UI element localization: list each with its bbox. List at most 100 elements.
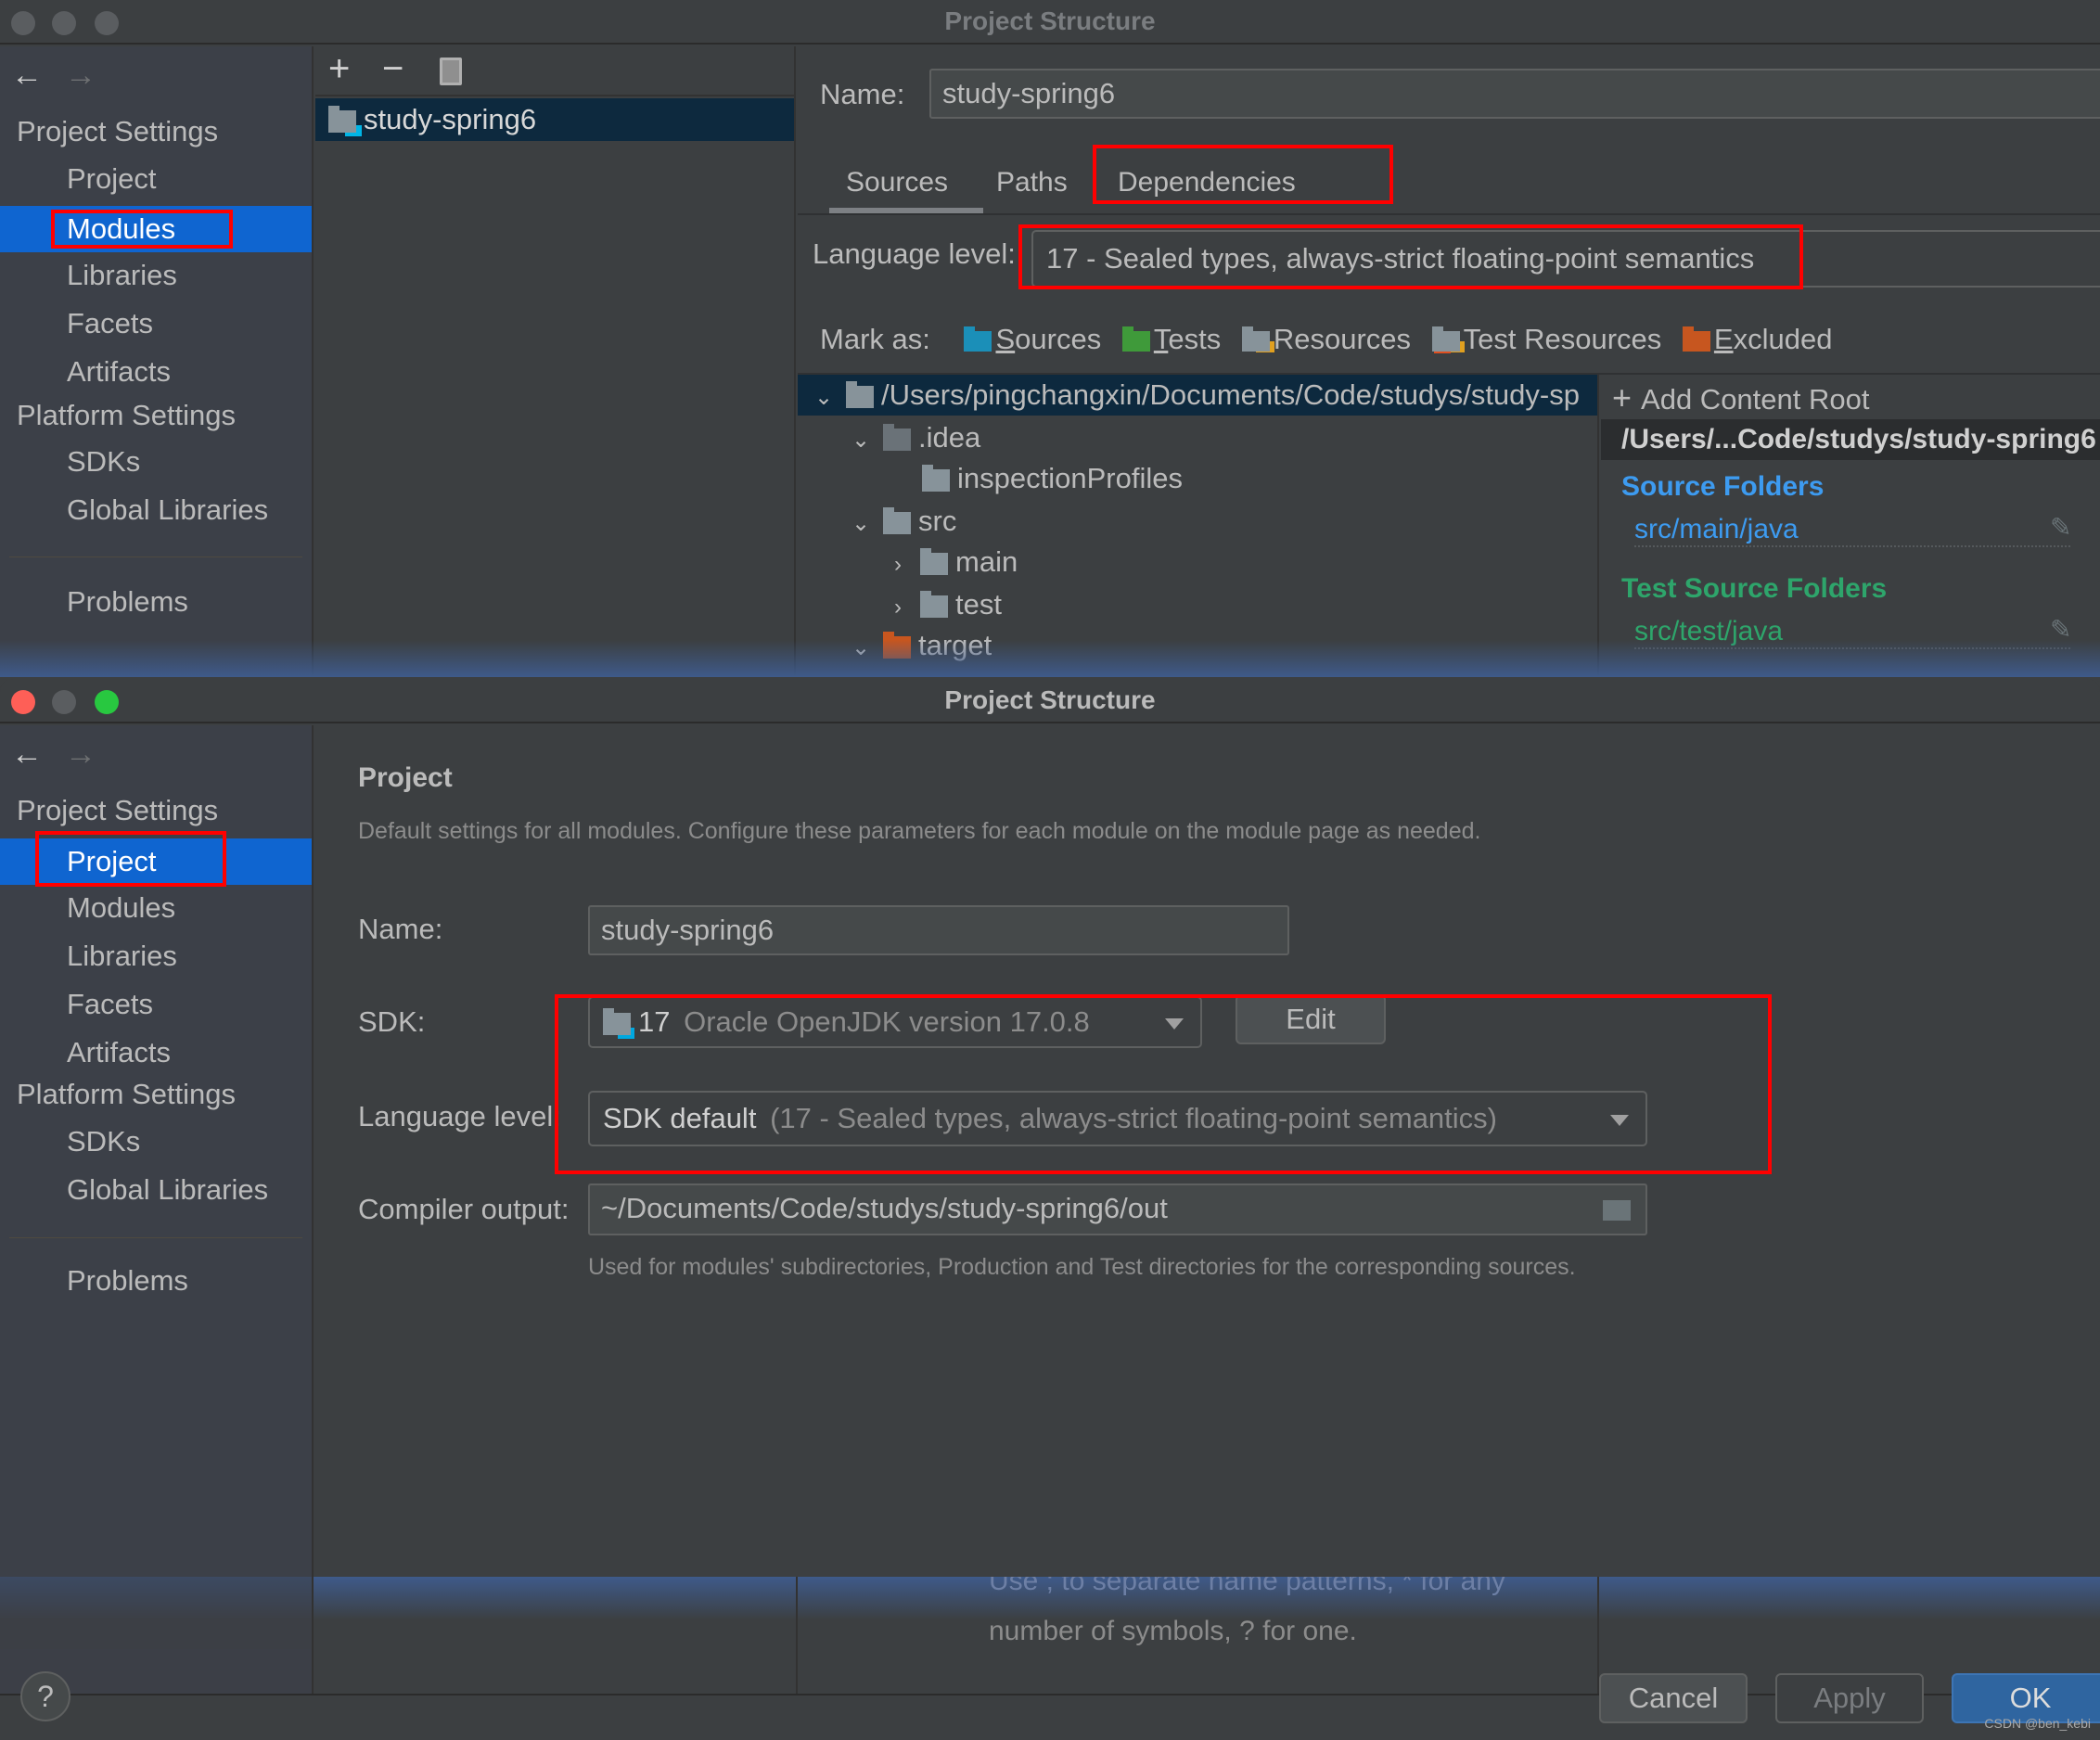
- sdk-version: 17: [638, 1005, 671, 1038]
- remove-module-button[interactable]: −: [382, 48, 403, 90]
- sidebar-item-sdks[interactable]: SDKs: [0, 439, 312, 485]
- chevron-down-icon[interactable]: ⌄: [850, 504, 872, 544]
- tree-row-src[interactable]: ⌄ src: [850, 501, 956, 542]
- project-name-field[interactable]: study-spring6: [588, 905, 1289, 955]
- browse-folder-icon[interactable]: [1603, 1200, 1631, 1221]
- add-content-root-button[interactable]: + Add Content Root: [1612, 378, 1869, 417]
- sidebar-heading-platform-settings: Platform Settings: [17, 1078, 237, 1110]
- top-window: Project Structure ← → Project Settings P…: [0, 0, 2100, 677]
- sidebar-heading-platform-settings: Platform Settings: [17, 399, 237, 431]
- tree-row-test[interactable]: › test: [887, 584, 1002, 625]
- source-folder-entry[interactable]: src/main/java: [1634, 514, 2070, 547]
- edit-sdk-button[interactable]: Edit: [1236, 994, 1386, 1044]
- tree-row-root[interactable]: ⌄/Users/pingchangxin/Documents/Code/stud…: [798, 375, 1597, 416]
- folder-icon: [883, 423, 911, 451]
- chevron-down-icon[interactable]: ⌄: [850, 420, 872, 461]
- back-arrow-icon[interactable]: ←: [11, 58, 43, 94]
- tree-row-idea[interactable]: ⌄ .idea: [850, 417, 980, 458]
- title-bar: Project Structure: [0, 679, 2100, 723]
- back-arrow-icon[interactable]: ←: [11, 736, 43, 773]
- mark-as-excluded[interactable]: Excluded: [1682, 323, 1832, 356]
- sidebar-item-facets[interactable]: Facets: [0, 981, 312, 1028]
- tab-sources-underline: [829, 208, 983, 213]
- folder-icon: [920, 547, 948, 575]
- page-description: Default settings for all modules. Config…: [358, 818, 1481, 844]
- tab-sources[interactable]: Sources: [846, 167, 948, 198]
- tab-dependencies[interactable]: Dependencies: [1118, 167, 1296, 198]
- sidebar-item-problems[interactable]: Problems: [0, 579, 312, 625]
- test-folders-heading: Test Source Folders: [1621, 573, 1888, 604]
- folder-icon: [922, 464, 950, 492]
- mark-as-tests[interactable]: Tests: [1121, 323, 1221, 356]
- language-level-combo[interactable]: SDK default (17 - Sealed types, always-s…: [588, 1091, 1647, 1146]
- help-button[interactable]: ?: [20, 1671, 70, 1721]
- tab-paths[interactable]: Paths: [996, 167, 1068, 198]
- folder-icon: [846, 380, 874, 408]
- mark-as-label: Mark as:: [820, 323, 930, 355]
- sidebar-heading-project-settings: Project Settings: [17, 794, 219, 826]
- sidebar-item-sdks[interactable]: SDKs: [0, 1119, 312, 1165]
- add-module-button[interactable]: +: [328, 48, 350, 90]
- mark-as-test-resources[interactable]: Test Resources: [1431, 323, 1661, 356]
- resources-folder-icon: [1241, 326, 1270, 352]
- language-level-label: Language level:: [358, 1100, 561, 1132]
- chevron-right-icon[interactable]: ›: [887, 587, 909, 628]
- compiler-output-hint: Used for modules' subdirectories, Produc…: [588, 1254, 1576, 1280]
- window-title: Project Structure: [944, 6, 1156, 35]
- behind-text-line-1: Use ; to separate name patterns, * for a…: [989, 1577, 1505, 1596]
- sidebar-item-problems[interactable]: Problems: [0, 1258, 312, 1304]
- chevron-right-icon[interactable]: ›: [887, 544, 909, 585]
- module-list-item[interactable]: study-spring6: [315, 98, 794, 141]
- window-shadow-gradient: [0, 640, 2100, 677]
- source-folders-heading: Source Folders: [1621, 471, 1825, 502]
- module-name-label: Name:: [820, 78, 905, 110]
- tree-row-inspection-profiles[interactable]: inspectionProfiles: [922, 458, 1183, 499]
- sidebar-item-global-libraries[interactable]: Global Libraries: [0, 487, 312, 533]
- sidebar-item-modules[interactable]: Modules: [0, 885, 312, 931]
- copy-icon[interactable]: [440, 58, 462, 85]
- page-title: Project: [358, 762, 453, 793]
- folder-icon: [920, 590, 948, 618]
- sidebar-item-artifacts[interactable]: Artifacts: [0, 1030, 312, 1076]
- sdk-combo[interactable]: 17 Oracle OpenJDK version 17.0.8: [588, 996, 1202, 1048]
- sources-folder-icon: [964, 326, 992, 352]
- tree-row-main[interactable]: › main: [887, 542, 1018, 582]
- content-root-path[interactable]: /Users/...Code/studys/study-spring6: [1601, 419, 2100, 460]
- mark-as-resources[interactable]: Resources: [1241, 323, 1411, 356]
- forward-arrow-icon[interactable]: →: [65, 736, 96, 773]
- test-resources-folder-icon: [1431, 326, 1460, 352]
- mark-as-sources[interactable]: Sources: [964, 323, 1101, 356]
- language-level-detail: (17 - Sealed types, always-strict floati…: [770, 1102, 1497, 1134]
- edit-pencil-icon[interactable]: ✎: [2050, 512, 2071, 543]
- module-name-field[interactable]: study-spring6: [929, 69, 2100, 119]
- sidebar-item-libraries[interactable]: Libraries: [0, 252, 312, 299]
- sidebar-item-facets[interactable]: Facets: [0, 301, 312, 347]
- language-level-combo[interactable]: 17 - Sealed types, always-strict floatin…: [1031, 230, 2100, 288]
- chevron-down-icon[interactable]: ⌄: [813, 377, 835, 418]
- module-tabs: Sources Paths Dependencies: [798, 158, 2100, 215]
- module-config-panel: Name: study-spring6 Sources Paths Depend…: [798, 46, 2100, 677]
- sidebar-item-global-libraries[interactable]: Global Libraries: [0, 1167, 312, 1213]
- sidebar-item-project[interactable]: Project: [0, 156, 312, 202]
- cancel-button[interactable]: Cancel: [1599, 1673, 1748, 1723]
- sidebar: ← → Project Settings Project Modules Lib…: [0, 46, 314, 677]
- forward-arrow-icon[interactable]: →: [65, 58, 96, 94]
- language-level-main: SDK default: [603, 1102, 757, 1134]
- bottom-window: Project Structure ← → Project Settings P…: [0, 679, 2100, 1740]
- jdk-folder-icon: [603, 1007, 631, 1035]
- compiler-output-field[interactable]: ~/Documents/Code/studys/study-spring6/ou…: [588, 1183, 1647, 1235]
- mark-as-bar: Mark as: Sources Tests Resources Test Re…: [820, 323, 1845, 356]
- module-name: study-spring6: [364, 103, 537, 135]
- chevron-down-icon: [1610, 1115, 1629, 1126]
- watermark: CSDN @ben_kebi: [1984, 1716, 2091, 1731]
- sidebar-item-project[interactable]: Project: [0, 838, 312, 885]
- plus-icon: +: [1612, 378, 1633, 416]
- apply-button[interactable]: Apply: [1775, 1673, 1924, 1723]
- sidebar-item-modules[interactable]: Modules: [0, 206, 312, 252]
- sidebar-item-libraries[interactable]: Libraries: [0, 933, 312, 979]
- sdk-name: Oracle OpenJDK version 17.0.8: [684, 1005, 1090, 1038]
- chevron-down-icon: [1165, 1018, 1184, 1030]
- language-level-label: Language level:: [813, 237, 1016, 270]
- module-list-panel: + − study-spring6: [315, 46, 796, 677]
- sidebar-item-artifacts[interactable]: Artifacts: [0, 349, 312, 395]
